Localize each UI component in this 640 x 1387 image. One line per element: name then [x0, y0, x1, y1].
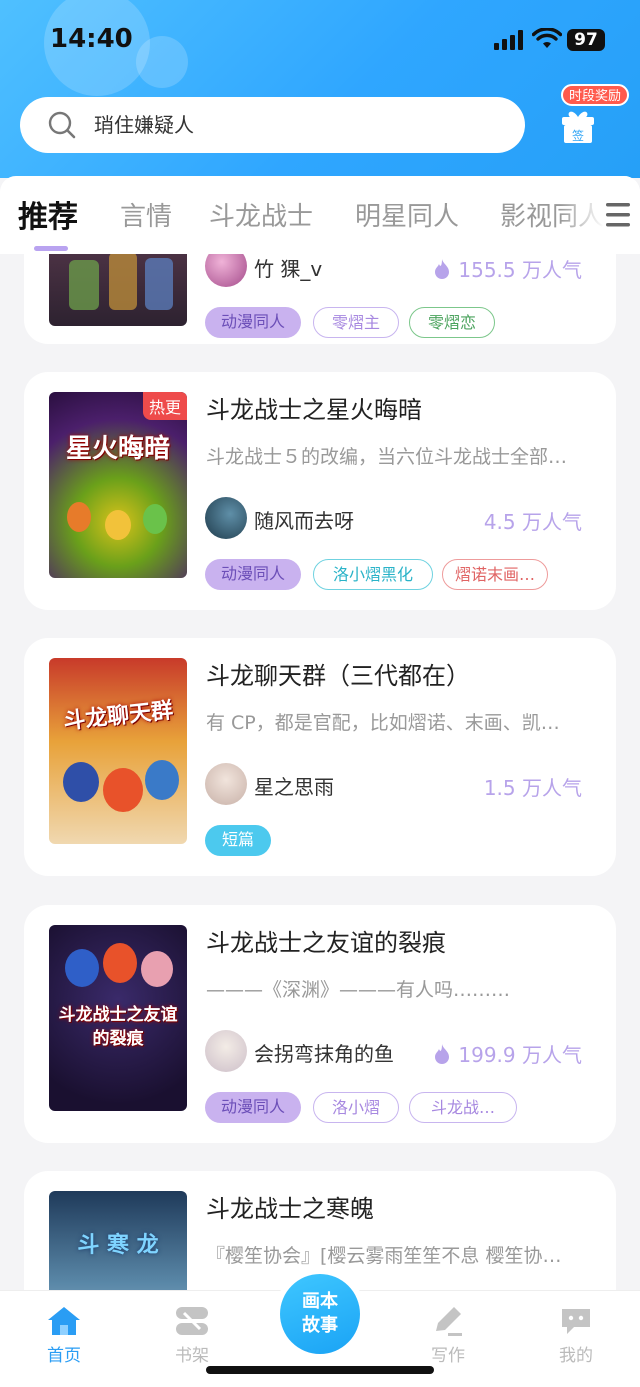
book-cover: 星火晦暗 热更 [49, 392, 187, 578]
search-bar[interactable]: 琑住嫌疑人 [20, 97, 525, 153]
hot-update-badge: 热更 [142, 392, 187, 420]
signal-icon [494, 30, 523, 50]
book-cover: 斗龙战士之友谊的裂痕 [49, 925, 187, 1111]
tag[interactable]: 洛小熠黑化 [313, 559, 433, 590]
menu-icon[interactable] [604, 200, 632, 230]
book-title: 斗龙战士之友谊的裂痕 [206, 929, 446, 957]
book-title: 斗龙战士之星火晦暗 [206, 396, 422, 424]
search-input[interactable]: 琑住嫌疑人 [94, 97, 494, 153]
category-tabs: 推荐 言情 斗龙战士 明星同人 影视同人 [0, 176, 640, 254]
author-name: 随风而去呀 [254, 509, 354, 533]
author-avatar [205, 497, 247, 539]
tab-romance[interactable]: 言情 [120, 196, 172, 233]
tag[interactable]: 斗龙战… [409, 1092, 517, 1123]
cover-title: 斗龙聊天群 [62, 697, 175, 735]
nav-home[interactable]: 首页 [24, 1305, 104, 1366]
book-description: 有 CP，都是官配，比如熠诺、末画、凯… [206, 712, 560, 734]
battery-indicator: 97 [567, 29, 605, 51]
cover-title: 斗 寒 龙 [77, 1232, 159, 1258]
tag[interactable]: 动漫同人 [205, 307, 301, 338]
nav-write[interactable]: 写作 [408, 1305, 488, 1366]
book-cover [49, 254, 187, 326]
chat-bubble-icon [562, 1309, 590, 1334]
time-reward-button[interactable]: 签 时段奖励 [556, 80, 632, 150]
author-avatar [205, 254, 247, 287]
tab-dragon-warrior[interactable]: 斗龙战士 [209, 196, 313, 233]
status-time: 14:40 [50, 24, 133, 54]
book-description: ———《深渊》———有人吗……… [206, 979, 511, 1001]
book-description: 斗龙战士５的改编，当六位斗龙战士全部… [206, 446, 568, 468]
popularity-count: 4.5 万人气 [483, 510, 582, 534]
book-card[interactable]: 竹 猓_v 155.5 万人气 动漫同人 零熠主 零熠恋 [24, 254, 616, 344]
book-cover: 斗龙聊天群 [49, 658, 187, 844]
cover-title: 斗龙战士之友谊的裂痕 [58, 1005, 178, 1049]
picture-story-label: 画本 故事 [280, 1274, 360, 1354]
gift-icon: 签 [562, 111, 594, 143]
header: 14:40 97 琑住嫌疑人 签 时段奖励 [0, 0, 640, 178]
tag[interactable]: 洛小熠 [313, 1092, 399, 1123]
author-name: 会拐弯抹角的鱼 [254, 1042, 394, 1066]
book-description: 『樱笙协会』[樱云雾雨笙笙不息 樱笙协… [206, 1245, 562, 1267]
book-card[interactable]: 斗龙聊天群 斗龙聊天群（三代都在） 有 CP，都是官配，比如熠诺、末画、凯… 星… [24, 638, 616, 876]
tag[interactable]: 零熠恋 [409, 307, 495, 338]
tag[interactable]: 短篇 [205, 825, 271, 856]
wifi-icon [532, 28, 562, 48]
book-card[interactable]: 星火晦暗 热更 斗龙战士之星火晦暗 斗龙战士５的改编，当六位斗龙战士全部… 随风… [24, 372, 616, 610]
tag[interactable]: 动漫同人 [205, 559, 301, 590]
pencil-icon [436, 1307, 462, 1336]
popularity-count: 199.9 万人气 [434, 1039, 582, 1068]
home-indicator [206, 1366, 434, 1374]
author-name: 星之思雨 [254, 775, 334, 799]
fire-icon [435, 1044, 450, 1064]
search-icon [48, 111, 76, 139]
author-avatar [205, 1030, 247, 1072]
author-name: 竹 猓_v [254, 257, 323, 281]
sign-label: 签 [572, 128, 584, 143]
author-avatar [205, 763, 247, 805]
book-card[interactable]: 斗龙战士之友谊的裂痕 斗龙战士之友谊的裂痕 ———《深渊》———有人吗……… 会… [24, 905, 616, 1143]
fire-icon [435, 259, 450, 279]
tag[interactable]: 动漫同人 [205, 1092, 301, 1123]
book-title: 斗龙聊天群（三代都在） [206, 662, 470, 690]
cover-title: 星火晦暗 [65, 434, 170, 464]
active-tab-indicator [34, 246, 68, 251]
picture-story-button[interactable]: 画本 故事 [274, 1268, 366, 1360]
popularity-count: 155.5 万人气 [434, 254, 582, 283]
book-title: 斗龙战士之寒魄 [206, 1195, 374, 1223]
book-cover: 斗 寒 龙 [49, 1191, 187, 1290]
tab-recommend[interactable]: 推荐 [18, 192, 78, 236]
tag[interactable]: 熠诺末画… [442, 559, 548, 590]
tag[interactable]: 零熠主 [313, 307, 399, 338]
bookshelf-icon [176, 1307, 208, 1335]
popularity-count: 1.5 万人气 [483, 776, 582, 800]
status-bar: 14:40 97 [0, 0, 640, 80]
home-icon [48, 1307, 80, 1335]
reward-badge: 时段奖励 [561, 84, 630, 106]
tab-celebrity-fanfic[interactable]: 明星同人 [355, 196, 459, 233]
nav-bookshelf[interactable]: 书架 [152, 1305, 232, 1366]
nav-me[interactable]: 我的 [536, 1305, 616, 1366]
book-feed: 竹 猓_v 155.5 万人气 动漫同人 零熠主 零熠恋 星火晦暗 热更 斗龙战… [0, 254, 640, 1290]
